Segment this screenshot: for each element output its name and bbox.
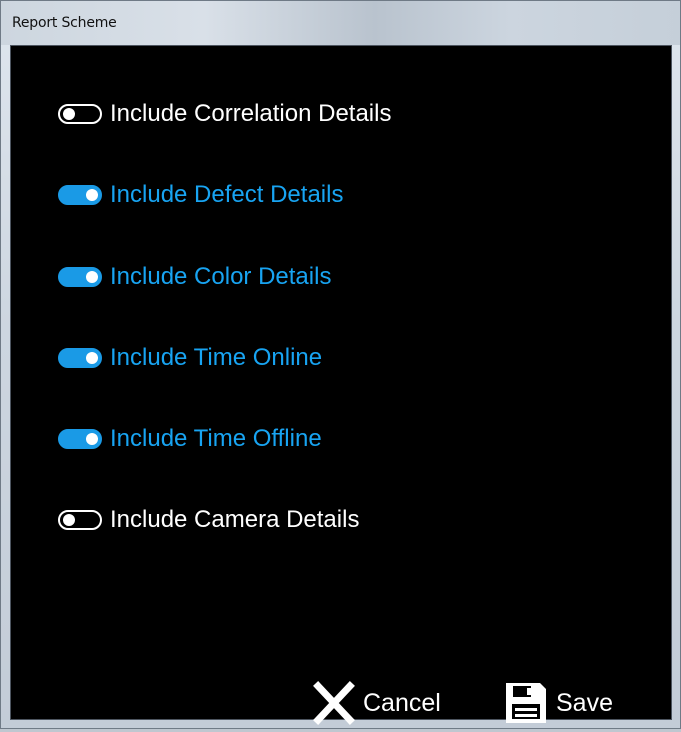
window-title: Report Scheme bbox=[12, 15, 117, 31]
include-camera-details-option[interactable]: Include Camera Details bbox=[58, 504, 359, 536]
toggle-knob bbox=[86, 271, 98, 283]
defect-details-toggle[interactable] bbox=[58, 185, 102, 205]
toggle-knob bbox=[86, 433, 98, 445]
save-button[interactable]: Save bbox=[502, 674, 613, 732]
include-time-offline-option[interactable]: Include Time Offline bbox=[58, 423, 322, 455]
toggle-knob bbox=[86, 189, 98, 201]
report-scheme-window: Report Scheme Include Correlation Detail… bbox=[0, 0, 681, 729]
floppy-disk-icon bbox=[506, 683, 546, 723]
report-scheme-panel: Include Correlation Details Include Defe… bbox=[10, 45, 672, 725]
time-online-toggle[interactable] bbox=[58, 348, 102, 368]
save-label: Save bbox=[556, 689, 613, 717]
toggle-knob bbox=[63, 514, 75, 526]
cancel-label: Cancel bbox=[363, 689, 441, 717]
time-offline-label: Include Time Offline bbox=[110, 425, 322, 452]
include-defect-details-option[interactable]: Include Defect Details bbox=[58, 179, 343, 211]
include-color-details-option[interactable]: Include Color Details bbox=[58, 261, 331, 293]
correlation-details-toggle[interactable] bbox=[58, 104, 102, 124]
include-correlation-details-option[interactable]: Include Correlation Details bbox=[58, 98, 391, 130]
title-bar: Report Scheme bbox=[1, 1, 680, 45]
correlation-details-label: Include Correlation Details bbox=[110, 100, 392, 127]
color-details-toggle[interactable] bbox=[58, 267, 102, 287]
time-online-label: Include Time Online bbox=[110, 344, 323, 371]
time-offline-toggle[interactable] bbox=[58, 429, 102, 449]
color-details-label: Include Color Details bbox=[110, 263, 332, 290]
camera-details-label: Include Camera Details bbox=[110, 506, 360, 533]
defect-details-label: Include Defect Details bbox=[110, 181, 344, 208]
toggle-knob bbox=[63, 108, 75, 120]
cancel-button[interactable]: Cancel bbox=[311, 674, 441, 732]
close-icon bbox=[313, 681, 355, 725]
include-time-online-option[interactable]: Include Time Online bbox=[58, 342, 322, 374]
camera-details-toggle[interactable] bbox=[58, 510, 102, 530]
toggle-knob bbox=[86, 352, 98, 364]
